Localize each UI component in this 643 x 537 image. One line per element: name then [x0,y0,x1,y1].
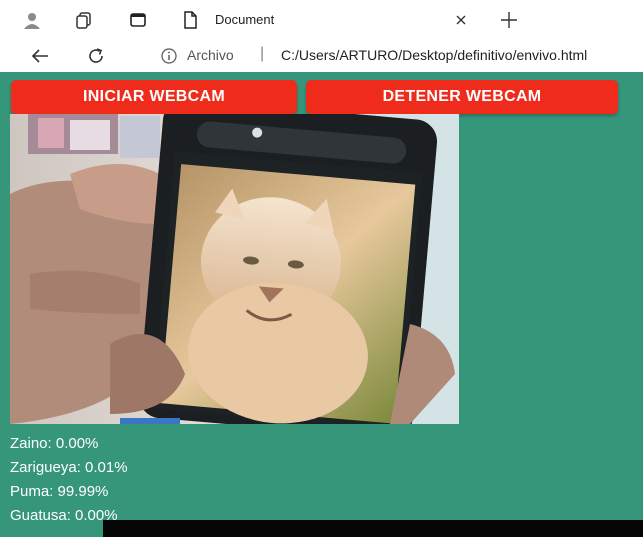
workspaces-icon[interactable] [74,10,94,30]
prediction-zarigueya: Zarigueya: 0.01% [10,459,128,476]
address-bar: Archivo | C:/Users/ARTURO/Desktop/defini… [0,40,643,72]
tab-actions-icon[interactable] [128,10,148,30]
info-icon[interactable] [160,47,178,65]
prediction-puma: Puma: 99.99% [10,483,109,500]
address-separator: | [260,45,265,62]
address-label: Archivo [187,47,234,63]
black-bar [103,520,643,537]
webcam-video [10,114,459,424]
stop-webcam-button[interactable]: DETENER WEBCAM [306,80,618,114]
start-webcam-button[interactable]: INICIAR WEBCAM [11,80,297,114]
profile-icon[interactable] [22,10,42,30]
back-icon[interactable] [28,44,52,68]
tab-title[interactable]: Document [215,12,274,27]
address-url[interactable]: C:/Users/ARTURO/Desktop/definitivo/enviv… [281,47,587,63]
plus-icon[interactable] [498,9,520,31]
refresh-icon[interactable] [84,44,108,68]
close-icon[interactable] [452,11,470,29]
page-content: INICIAR WEBCAM DETENER WEBCAM Zaino: 0.0… [0,72,643,537]
prediction-list: Zaino: 0.00% Zarigueya: 0.01% Puma: 99.9… [10,432,128,528]
webcam-frame-image [10,114,459,424]
document-icon [180,10,200,30]
browser-tab-bar: Document [0,0,643,40]
prediction-zaino: Zaino: 0.00% [10,435,99,452]
